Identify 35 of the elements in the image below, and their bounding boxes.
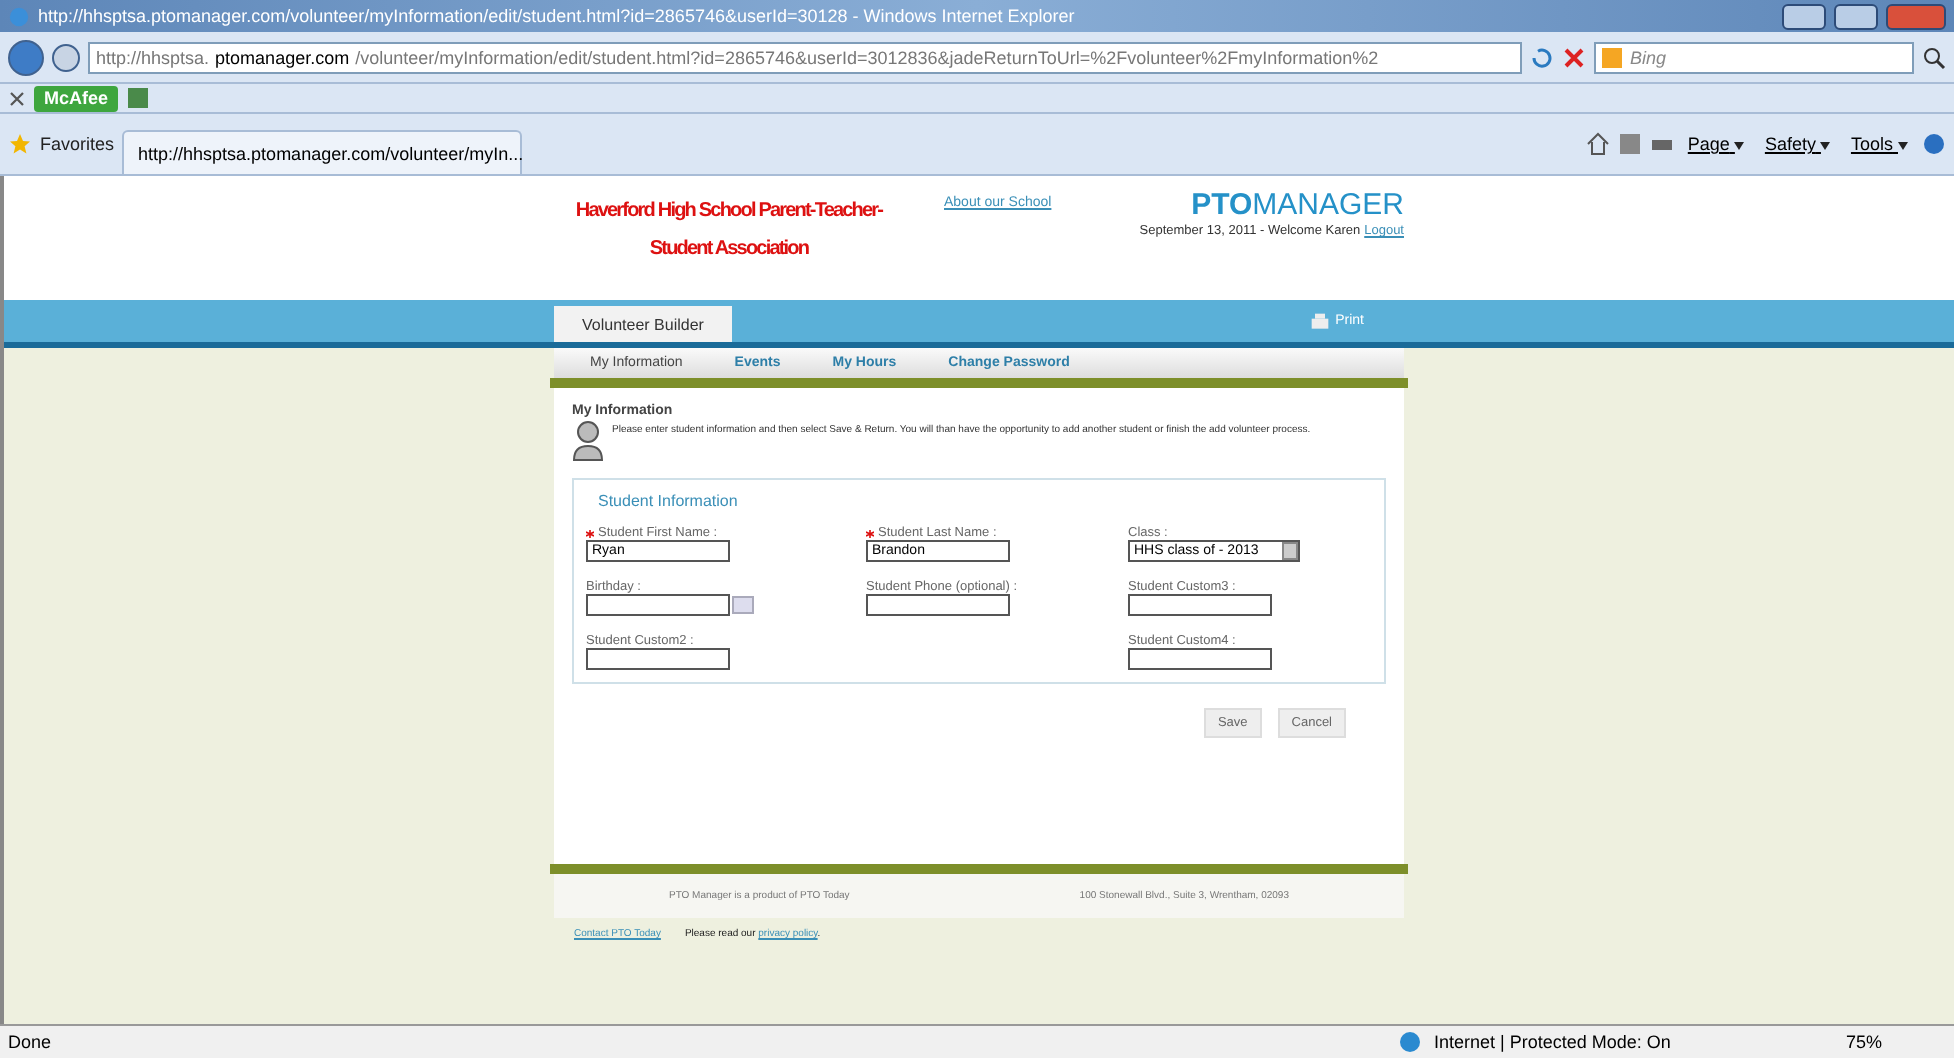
command-menu[interactable]: Tools — [1844, 134, 1914, 154]
zoom-level[interactable]: 75% — [1846, 1032, 1946, 1052]
security-zone: Internet | Protected Mode: On — [1434, 1032, 1673, 1052]
main-tab[interactable]: Volunteer Builder — [554, 306, 732, 342]
browser-tab[interactable]: http://hhsptsa.ptomanager.com/volunteer/myIn... — [122, 130, 523, 174]
window-title: http://hhsptsa.ptomanager.com/volunteer/myInformation/edit/student.html?id=2865746&userId=30128 - Windows Internet Explorer — [38, 6, 1077, 26]
caret-icon — [1898, 142, 1908, 150]
date-field[interactable] — [586, 594, 730, 616]
star-icon[interactable] — [8, 132, 32, 156]
maximize-button[interactable] — [1834, 3, 1878, 29]
input-field[interactable] — [1128, 648, 1272, 670]
command-menu[interactable]: Safety — [1758, 134, 1837, 154]
close-icon[interactable] — [1562, 45, 1586, 69]
fieldset-title: Student Information — [596, 492, 740, 510]
address-field[interactable]: http://hhsptsa. ptomanager.com /volunteer/myInformation/edit/student.html?id=2865746&userId=3012836&jadeReturnToUrl=%2Fvolunteer%2FmyInformation%2 — [88, 41, 1522, 73]
back-button[interactable] — [8, 39, 44, 75]
status-text: Done — [8, 1032, 54, 1052]
input-field[interactable] — [586, 648, 730, 670]
minimize-button[interactable] — [1782, 3, 1826, 29]
close-icon[interactable] — [8, 89, 26, 107]
home-icon[interactable] — [1585, 132, 1610, 156]
search-icon[interactable] — [1922, 45, 1946, 69]
brand-logo: PTOMANAGER — [1191, 188, 1404, 222]
forward-button[interactable] — [52, 43, 80, 71]
favorites-button[interactable]: Favorites — [40, 134, 115, 154]
command-menu[interactable]: Page — [1681, 134, 1751, 154]
refresh-icon[interactable] — [1530, 45, 1554, 69]
school-name: Haverford High School Parent-Teacher-Student Association — [573, 198, 885, 264]
toolbar-icon[interactable] — [126, 86, 151, 110]
caret-icon — [1734, 142, 1745, 150]
caret-icon — [1820, 142, 1831, 150]
input-field[interactable] — [866, 594, 1010, 616]
search-field[interactable]: Bing — [1594, 41, 1914, 73]
close-button[interactable] — [1886, 3, 1946, 29]
input-field[interactable] — [1128, 594, 1272, 616]
